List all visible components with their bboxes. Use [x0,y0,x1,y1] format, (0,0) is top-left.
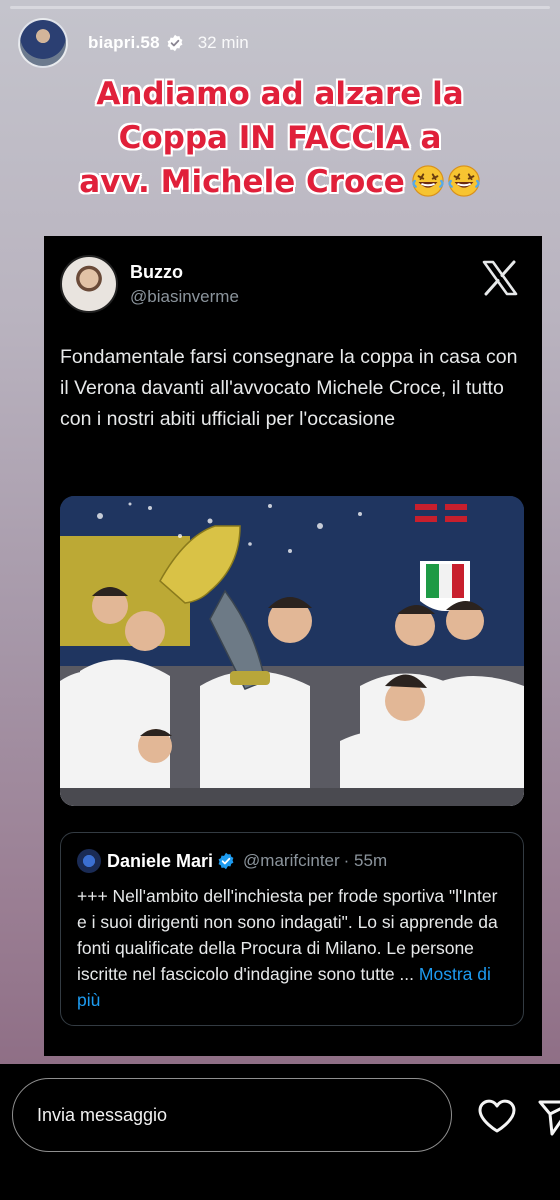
story-caption: Andiamo ad alzare la Coppa IN FACCIA a a… [20,72,540,204]
quoted-tweet: Daniele Mari @marifcinter · 55m +++ Nell… [60,832,524,1026]
story-viewer[interactable]: biapri.58 32 min Andiamo ad alzare la Co… [0,0,560,1064]
laughing-emoji-icon [412,165,444,197]
quoted-tweet-time: · 55m [343,851,388,870]
story-progress-bar [10,6,550,9]
verified-badge-icon [166,34,184,52]
story-reply-bar: Invia messaggio [0,1064,560,1200]
send-message-input[interactable]: Invia messaggio [12,1078,452,1152]
story-header: biapri.58 32 min [18,18,542,68]
photo-illustration [60,496,524,806]
quoted-author-handle: @marifcinter [243,851,340,870]
verified-badge-icon [217,852,235,870]
tweet-screenshot: Buzzo @biasinverme Fondamentale farsi co… [44,236,542,1056]
heart-icon[interactable] [476,1096,518,1134]
tweet-author-avatar [60,255,118,313]
team-trophy-photo [60,496,524,806]
story-username[interactable]: biapri.58 [88,33,160,53]
caption-line-3-wrap: avv. Michele Croce [20,160,540,204]
tweet-author-name: Buzzo [130,261,183,282]
laughing-emoji-group [411,164,481,198]
tweet-header: Buzzo @biasinverme [60,254,526,314]
quoted-tweet-text: +++ Nell'ambito dell'inchiesta per frode… [77,883,507,1013]
tweet-text: Fondamentale farsi consegnare la coppa i… [60,346,518,430]
story-timestamp: 32 min [197,33,249,52]
user-avatar[interactable] [18,18,68,68]
caption-line-1: Andiamo ad alzare la [96,76,464,112]
send-message-placeholder: Invia messaggio [37,1104,168,1125]
caption-line-3: avv. Michele Croce [79,164,405,200]
quoted-tweet-header: Daniele Mari @marifcinter · 55m [77,849,511,873]
laughing-emoji-icon [448,165,480,197]
x-logo-icon [482,260,518,296]
quoted-author-avatar [77,849,101,873]
caption-line-2: Coppa IN FACCIA a [118,120,442,156]
send-icon[interactable] [536,1096,560,1136]
tweet-author: Buzzo @biasinverme [130,262,239,307]
quoted-author-name: Daniele Mari [107,850,214,871]
tweet-author-handle: @biasinverme [130,286,239,306]
